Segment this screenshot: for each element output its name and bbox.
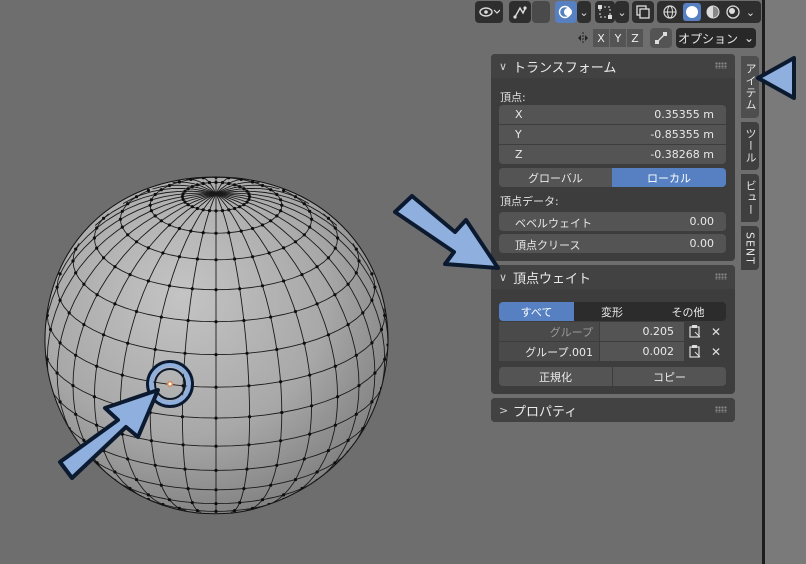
vertex-y-field[interactable]: Y -0.85355 m: [499, 125, 726, 144]
tab-tool[interactable]: ツール: [741, 122, 759, 170]
options-dropdown[interactable]: オプション ⌄: [676, 28, 756, 48]
3d-viewport[interactable]: ⌄ ⌄ ⌄ X Y Z オプション ⌄ ∨ トランスフォーム 頂点: X 0.353…: [0, 0, 762, 564]
chevron-down-icon: ∨: [499, 59, 508, 73]
mesh-edit-overlay-toggle[interactable]: [595, 1, 615, 23]
group-name: グループ: [499, 322, 599, 341]
mirror-x-toggle[interactable]: X: [593, 29, 609, 47]
properties-panel-header[interactable]: > プロパティ: [491, 398, 735, 422]
vertex-x-field[interactable]: X 0.35355 m: [499, 105, 726, 124]
close-icon[interactable]: ✕: [707, 322, 725, 341]
chevron-down-icon: ⌄: [579, 5, 589, 19]
tab-sent[interactable]: SENT: [741, 226, 759, 270]
chevron-down-icon: ⌄: [743, 31, 755, 45]
transform-panel: ∨ トランスフォーム 頂点: X 0.35355 m Y -0.85355 m Z-…: [491, 54, 735, 261]
tab-view[interactable]: ビュー: [741, 174, 759, 222]
copy-button[interactable]: コピー: [613, 367, 726, 386]
tab-deform[interactable]: 変形: [574, 302, 650, 321]
bevel-weight-field[interactable]: ベベルウェイト 0.00: [499, 212, 726, 231]
mirror-z-toggle[interactable]: Z: [627, 29, 643, 47]
drag-grip-icon[interactable]: [715, 406, 727, 413]
topology-mirror-toggle[interactable]: [650, 28, 672, 48]
mesh-overlay-dropdown[interactable]: ⌄: [615, 1, 629, 23]
vertex-label: 頂点:: [500, 91, 526, 104]
gizmo-toggle[interactable]: [509, 1, 531, 23]
material-shading-icon[interactable]: [706, 5, 720, 19]
vertex-weights-panel-header[interactable]: ∨ 頂点ウェイト: [491, 265, 735, 289]
panel-title: トランスフォーム: [513, 60, 617, 76]
transform-panel-header[interactable]: ∨ トランスフォーム: [491, 54, 735, 78]
gizmo-dropdown[interactable]: [532, 1, 550, 23]
xray-toggle[interactable]: [632, 1, 654, 23]
close-icon[interactable]: ✕: [707, 342, 725, 361]
chevron-down-icon: ∨: [499, 270, 508, 284]
panel-title: プロパティ: [513, 404, 578, 420]
paste-weight-icon[interactable]: [686, 342, 704, 361]
tab-other[interactable]: その他: [650, 302, 726, 321]
group-weight-field[interactable]: 0.002: [600, 342, 684, 361]
chevron-down-icon[interactable]: ⌄: [746, 6, 755, 19]
annotation-arrow-right: [756, 56, 796, 100]
paste-weight-icon[interactable]: [686, 322, 704, 341]
local-toggle[interactable]: ローカル: [612, 168, 726, 187]
global-toggle[interactable]: グローバル: [499, 168, 612, 187]
rendered-shading-icon[interactable]: [726, 5, 740, 19]
group-name: グループ.001: [499, 342, 599, 361]
mirror-icon: [575, 30, 591, 49]
vertex-z-field[interactable]: Z -0.38268 m: [499, 145, 726, 164]
visibility-toggle[interactable]: [475, 1, 503, 23]
properties-panel: > プロパティ: [491, 398, 735, 422]
tab-all[interactable]: すべて: [499, 302, 574, 321]
normalize-button[interactable]: 正規化: [499, 367, 612, 386]
overlay-dropdown[interactable]: ⌄: [577, 1, 591, 23]
drag-grip-icon[interactable]: [715, 273, 727, 280]
group-weight-field[interactable]: 0.205: [600, 322, 684, 341]
chevron-down-icon: ⌄: [617, 5, 627, 19]
solid-shading-icon[interactable]: [682, 3, 701, 21]
overlay-toggle[interactable]: [555, 1, 577, 23]
panel-title: 頂点ウェイト: [513, 271, 592, 287]
drag-grip-icon[interactable]: [715, 62, 727, 69]
shading-mode-group[interactable]: ⌄: [657, 1, 761, 23]
vertex-data-label: 頂点データ:: [500, 195, 559, 208]
chevron-right-icon: >: [499, 403, 509, 417]
wireframe-shading-icon[interactable]: [663, 5, 677, 19]
mirror-y-toggle[interactable]: Y: [610, 29, 626, 47]
vertex-weights-panel: ∨ 頂点ウェイト すべて 変形 その他 グループ 0.205 ✕ グループ.00…: [491, 265, 735, 394]
vertex-crease-field[interactable]: 頂点クリース 0.00: [499, 234, 726, 253]
